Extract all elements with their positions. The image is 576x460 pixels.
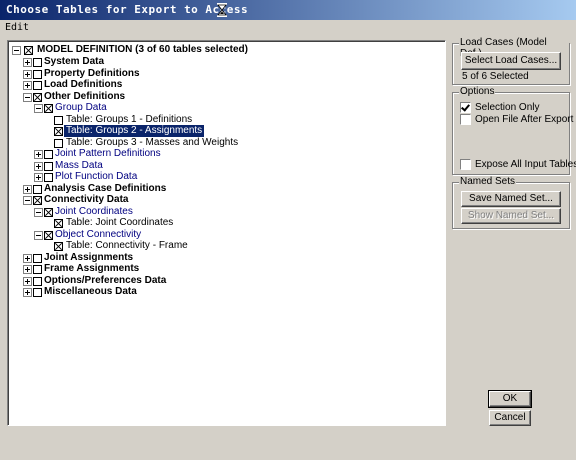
window-title: Choose Tables for Export to Access bbox=[6, 3, 249, 16]
select-load-cases-button[interactable]: Select Load Cases... bbox=[461, 52, 561, 70]
tree-item-label: Frame Assignments bbox=[44, 263, 140, 274]
show-named-set-button[interactable]: Show Named Set... bbox=[461, 208, 561, 224]
tree-checkbox[interactable] bbox=[44, 173, 53, 182]
collapse-icon[interactable] bbox=[23, 93, 32, 102]
load-cases-group: Load Cases (Model Def.) Select Load Case… bbox=[452, 37, 570, 85]
open-file-checkbox[interactable] bbox=[460, 114, 471, 125]
expose-all-checkbox[interactable] bbox=[460, 159, 471, 170]
expand-icon[interactable] bbox=[34, 150, 43, 159]
options-title: Options bbox=[459, 86, 496, 97]
cancel-button[interactable]: Cancel bbox=[489, 410, 531, 426]
hourglass-icon bbox=[217, 3, 227, 17]
tree-checkbox[interactable] bbox=[33, 58, 42, 67]
tree-item-label: Load Definitions bbox=[44, 79, 123, 90]
tree-item-label: Table: Connectivity - Frame bbox=[66, 240, 188, 251]
collapse-icon[interactable] bbox=[34, 208, 43, 217]
tree-checkbox[interactable] bbox=[54, 219, 63, 228]
tree-item-label: Group Data bbox=[55, 102, 107, 113]
tree-checkbox[interactable] bbox=[44, 150, 53, 159]
named-sets-group: Named Sets Save Named Set... Show Named … bbox=[452, 176, 570, 229]
tree-checkbox[interactable] bbox=[54, 242, 63, 251]
collapse-icon[interactable] bbox=[34, 104, 43, 113]
tree-checkbox[interactable] bbox=[33, 196, 42, 205]
load-cases-status: 5 of 6 Selected bbox=[462, 71, 529, 82]
collapse-icon[interactable] bbox=[34, 231, 43, 240]
expand-icon[interactable] bbox=[23, 254, 32, 263]
tree-checkbox[interactable] bbox=[33, 93, 42, 102]
tree-root-label: MODEL DEFINITION (3 of 60 tables selecte… bbox=[37, 44, 248, 55]
tree-checkbox[interactable] bbox=[44, 208, 53, 217]
selection-only-label: Selection Only bbox=[475, 102, 540, 113]
ok-button[interactable]: OK bbox=[488, 390, 532, 408]
tree-item-label: Joint Pattern Definitions bbox=[55, 148, 161, 159]
tree-item-label: Plot Function Data bbox=[55, 171, 138, 182]
tree-checkbox[interactable] bbox=[33, 277, 42, 286]
expand-icon[interactable] bbox=[23, 70, 32, 79]
tree-checkbox[interactable] bbox=[33, 81, 42, 90]
expose-all-label: Expose All Input Tables bbox=[475, 159, 576, 170]
tree-checkbox[interactable] bbox=[33, 265, 42, 274]
tree-item-label: Table: Joint Coordinates bbox=[66, 217, 174, 228]
expand-icon[interactable] bbox=[34, 162, 43, 171]
named-sets-title: Named Sets bbox=[459, 176, 517, 187]
title-bar: Choose Tables for Export to Access bbox=[0, 0, 576, 20]
tree-checkbox[interactable] bbox=[33, 288, 42, 297]
tree-checkbox[interactable] bbox=[33, 254, 42, 263]
expand-icon[interactable] bbox=[23, 58, 32, 67]
open-file-label: Open File After Export bbox=[475, 114, 574, 125]
collapse-icon[interactable] bbox=[12, 46, 21, 55]
tree-checkbox[interactable] bbox=[54, 127, 63, 136]
tree-checkbox[interactable] bbox=[33, 70, 42, 79]
tree-checkbox[interactable] bbox=[44, 162, 53, 171]
tree-checkbox[interactable] bbox=[44, 104, 53, 113]
menu-bar: Edit bbox=[0, 20, 576, 36]
expand-icon[interactable] bbox=[23, 277, 32, 286]
save-named-set-button[interactable]: Save Named Set... bbox=[461, 191, 561, 207]
expand-icon[interactable] bbox=[23, 288, 32, 297]
tree-checkbox[interactable] bbox=[44, 231, 53, 240]
tree-item-label: Miscellaneous Data bbox=[44, 286, 137, 297]
collapse-icon[interactable] bbox=[23, 196, 32, 205]
tree-item-label: Connectivity Data bbox=[44, 194, 129, 205]
tree-checkbox[interactable] bbox=[54, 116, 63, 125]
expand-icon[interactable] bbox=[23, 265, 32, 274]
expand-icon[interactable] bbox=[23, 185, 32, 194]
menu-edit[interactable]: Edit bbox=[5, 22, 29, 33]
expand-icon[interactable] bbox=[23, 81, 32, 90]
tree-checkbox[interactable] bbox=[33, 185, 42, 194]
tree-item-label: System Data bbox=[44, 56, 105, 67]
table-tree[interactable]: MODEL DEFINITION (3 of 60 tables selecte… bbox=[7, 40, 446, 426]
tree-checkbox[interactable] bbox=[24, 46, 33, 55]
options-group: Options Selection Only Open File After E… bbox=[452, 86, 576, 175]
tree-checkbox[interactable] bbox=[54, 139, 63, 148]
selection-only-checkbox[interactable] bbox=[460, 102, 471, 113]
expand-icon[interactable] bbox=[34, 173, 43, 182]
tree-item-label: Table: Groups 2 - Assignments bbox=[64, 125, 205, 137]
